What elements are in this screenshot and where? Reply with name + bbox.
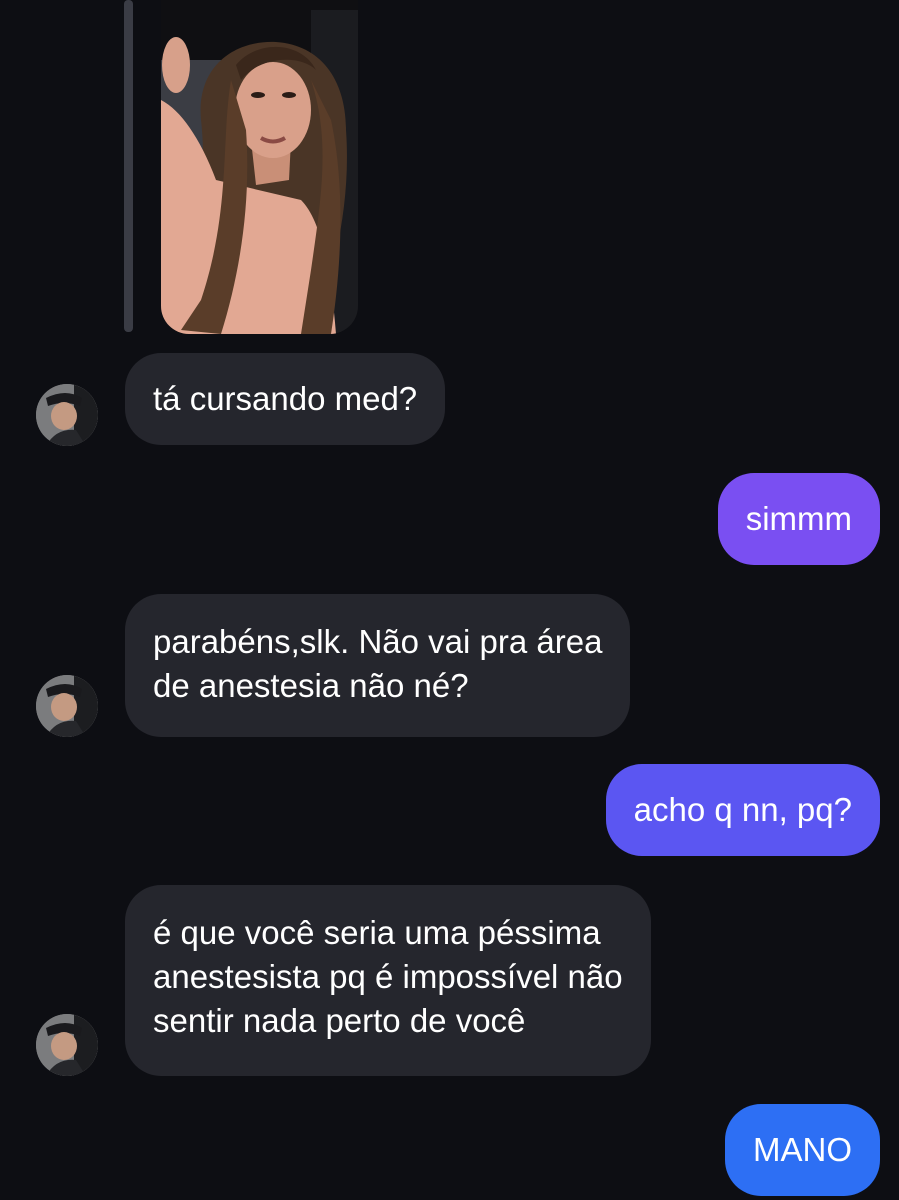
avatar-icon [36,1014,98,1076]
avatar[interactable] [36,384,98,446]
message-bubble-incoming[interactable]: parabéns,slk. Não vai pra área de aneste… [125,594,631,737]
message-text-line: de anestesia não né? [153,667,469,704]
message-bubble-incoming[interactable]: tá cursando med? [125,353,446,445]
message-bubble-outgoing[interactable]: MANO [725,1104,880,1196]
reply-indicator-bar [124,0,133,332]
message-text: acho q nn, pq? [633,791,852,828]
message-bubble-incoming[interactable]: é que você seria uma péssima anestesista… [125,885,651,1076]
photo-selfie-icon [161,0,358,334]
message-text: tá cursando med? [153,380,418,417]
avatar[interactable] [36,1014,98,1076]
message-text-line: sentir nada perto de você [153,1002,526,1039]
message-text-line: é que você seria uma péssima [153,914,601,951]
avatar[interactable] [36,675,98,737]
message-bubble-outgoing[interactable]: acho q nn, pq? [605,764,880,856]
avatar-icon [36,675,98,737]
shared-photo[interactable] [161,0,358,334]
avatar-icon [36,384,98,446]
message-text: simmm [745,500,852,537]
message-text-line: anestesista pq é impossível não [153,958,623,995]
message-text-line: parabéns,slk. Não vai pra área [153,623,603,660]
chat-thread: tá cursando med? simmm parabéns,slk. Não… [0,0,899,1200]
message-text: MANO [753,1131,852,1168]
message-bubble-outgoing[interactable]: simmm [717,473,880,565]
